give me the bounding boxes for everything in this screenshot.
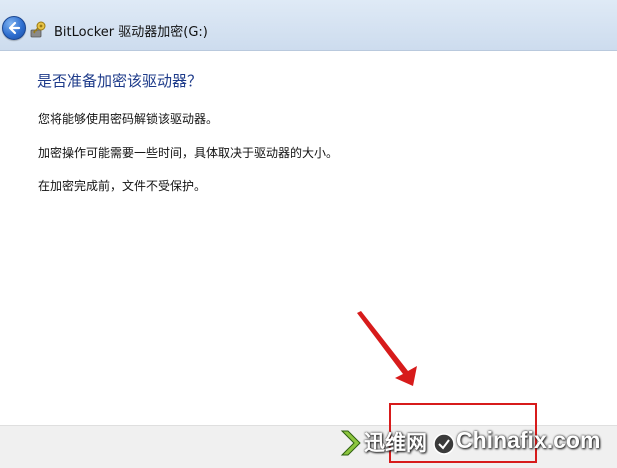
watermark-badge-icon bbox=[433, 433, 455, 455]
watermark-en-text: Chinafix.com bbox=[456, 427, 601, 453]
annotation-arrow-icon bbox=[357, 311, 417, 386]
watermark-logo-icon bbox=[340, 430, 361, 456]
watermark: 迅维网 Chinafix.com bbox=[340, 424, 617, 467]
watermark-cn-text: 迅维网 bbox=[364, 431, 427, 455]
